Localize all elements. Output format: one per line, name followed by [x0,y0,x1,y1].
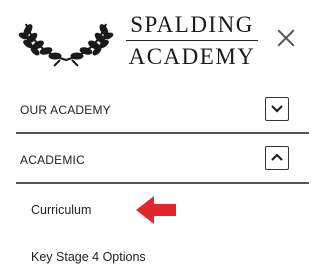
academy-logo[interactable]: SPALDING ACADEMY [16,10,258,72]
collapse-toggle-button[interactable] [265,146,289,170]
red-arrow-icon [136,196,176,224]
laurel-wreath-icon [18,23,114,67]
chevron-up-icon [271,153,283,161]
menu-item-label: OUR ACADEMY [20,103,111,117]
expand-toggle-button[interactable] [265,97,289,121]
header: SPALDING ACADEMY [0,0,309,80]
menu-item-label: ACADEMIC [20,153,85,167]
menu-item-our-academy[interactable]: OUR ACADEMY [0,88,309,132]
menu-divider [16,182,309,184]
close-icon[interactable] [274,26,298,50]
logo-line2: ACADEMY [128,44,256,69]
logo-wordmark: SPALDING ACADEMY [122,10,262,70]
submenu-item-curriculum[interactable]: Curriculum [31,203,91,217]
chevron-down-icon [271,105,283,113]
submenu-item-key-stage-4-options[interactable]: Key Stage 4 Options [31,250,146,264]
menu-divider [16,132,309,134]
menu-item-academic[interactable]: ACADEMIC [0,137,309,181]
logo-line1: SPALDING [130,12,254,37]
logo-rule [126,40,258,41]
